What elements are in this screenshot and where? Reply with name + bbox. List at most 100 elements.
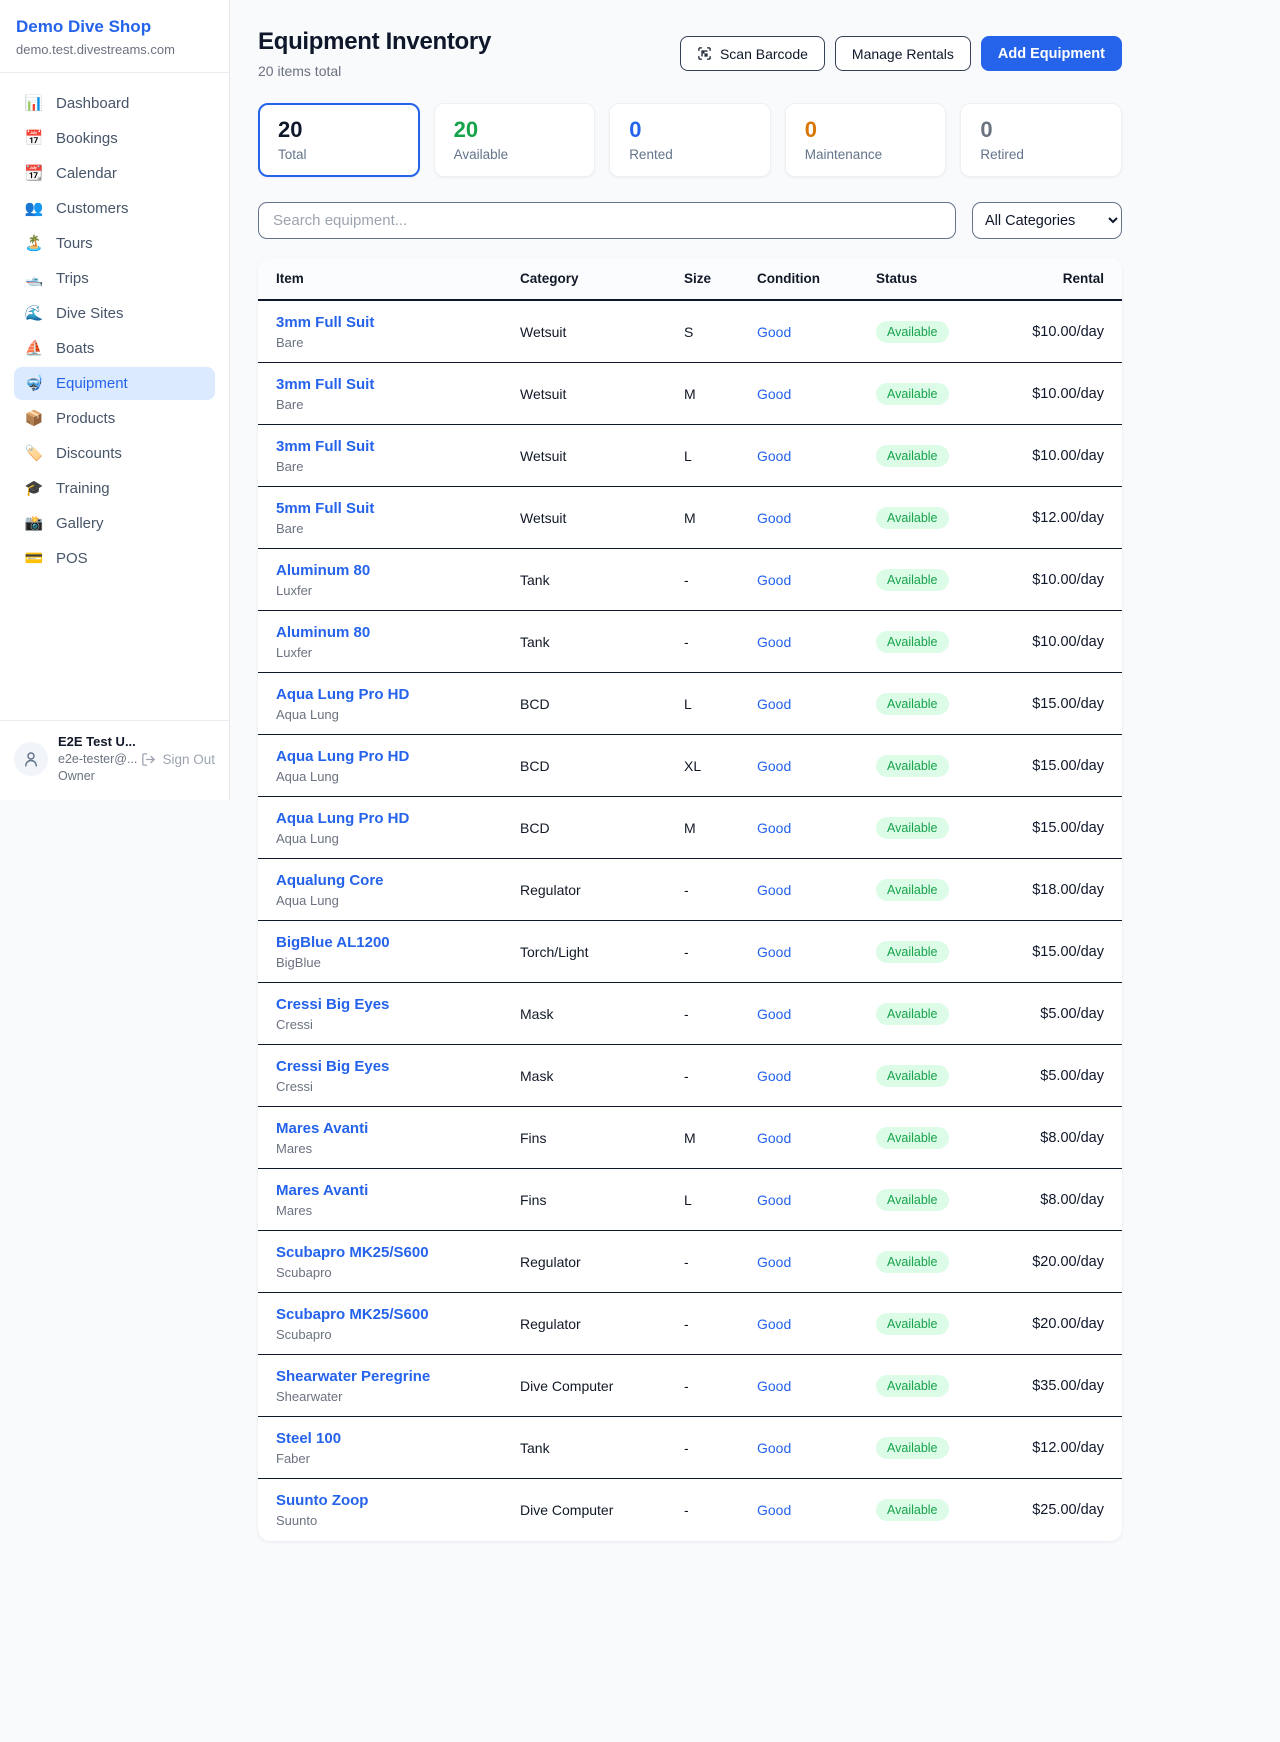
condition-link[interactable]: Good [757,324,876,340]
sidebar-item-calendar[interactable]: 📆 Calendar [14,157,215,190]
item-brand: Suunto [276,1513,520,1528]
item-name-link[interactable]: 5mm Full Suit [276,500,520,517]
log-out-icon [141,752,156,767]
condition-link[interactable]: Good [757,882,876,898]
rental-cell: $15.00/day [998,758,1104,774]
stat-card-available[interactable]: 20 Available [434,103,596,177]
item-name-link[interactable]: Mares Avanti [276,1182,520,1199]
sign-out-button[interactable]: Sign Out [141,752,215,767]
item-name-link[interactable]: Aqua Lung Pro HD [276,686,520,703]
sidebar-item-bookings[interactable]: 📅 Bookings [14,122,215,155]
stat-card-total[interactable]: 20 Total [258,103,420,177]
user-role: Owner [58,769,131,785]
sidebar-item-dashboard[interactable]: 📊 Dashboard [14,87,215,120]
status-cell: Available [876,631,998,653]
size-cell: - [684,1006,757,1022]
item-name-link[interactable]: Aluminum 80 [276,562,520,579]
table-row: Scubapro MK25/S600 Scubapro Regulator - … [258,1231,1122,1293]
item-name-link[interactable]: 3mm Full Suit [276,314,520,331]
table-row: Aluminum 80 Luxfer Tank - Good Available… [258,549,1122,611]
shop-domain: demo.test.divestreams.com [16,42,213,57]
category-cell: Wetsuit [520,448,684,464]
item-brand: Cressi [276,1079,520,1094]
bar-chart-icon: 📊 [24,96,44,111]
item-cell: Scubapro MK25/S600 Scubapro [276,1244,520,1280]
condition-link[interactable]: Good [757,1378,876,1394]
condition-link[interactable]: Good [757,386,876,402]
status-cell: Available [876,817,998,839]
scan-barcode-button[interactable]: Scan Barcode [680,36,825,71]
status-cell: Available [876,1189,998,1211]
condition-link[interactable]: Good [757,572,876,588]
item-name-link[interactable]: Scubapro MK25/S600 [276,1244,520,1261]
sidebar-item-label: Tours [56,235,93,252]
table-row: Aqua Lung Pro HD Aqua Lung BCD M Good Av… [258,797,1122,859]
category-cell: Fins [520,1192,684,1208]
table-row: Aluminum 80 Luxfer Tank - Good Available… [258,611,1122,673]
item-name-link[interactable]: Mares Avanti [276,1120,520,1137]
status-cell: Available [876,941,998,963]
item-cell: 3mm Full Suit Bare [276,314,520,350]
add-equipment-label: Add Equipment [998,46,1105,62]
sidebar-item-equipment[interactable]: 🤿 Equipment [14,367,215,400]
sidebar: Demo Dive Shop demo.test.divestreams.com… [0,0,230,800]
item-name-link[interactable]: Steel 100 [276,1430,520,1447]
rental-cell: $25.00/day [998,1502,1104,1518]
add-equipment-button[interactable]: Add Equipment [981,36,1122,71]
condition-link[interactable]: Good [757,1192,876,1208]
status-badge: Available [876,507,949,529]
item-name-link[interactable]: Cressi Big Eyes [276,996,520,1013]
sidebar-item-pos[interactable]: 💳 POS [14,542,215,575]
status-cell: Available [876,569,998,591]
item-name-link[interactable]: Scubapro MK25/S600 [276,1306,520,1323]
condition-link[interactable]: Good [757,448,876,464]
sidebar-item-customers[interactable]: 👥 Customers [14,192,215,225]
filter-row: All Categories [258,202,1122,239]
sidebar-item-products[interactable]: 📦 Products [14,402,215,435]
item-name-link[interactable]: Aqualung Core [276,872,520,889]
condition-link[interactable]: Good [757,1502,876,1518]
condition-link[interactable]: Good [757,1254,876,1270]
item-cell: Cressi Big Eyes Cressi [276,1058,520,1094]
item-cell: Aluminum 80 Luxfer [276,562,520,598]
condition-link[interactable]: Good [757,696,876,712]
item-name-link[interactable]: Cressi Big Eyes [276,1058,520,1075]
condition-link[interactable]: Good [757,1006,876,1022]
item-name-link[interactable]: Shearwater Peregrine [276,1368,520,1385]
rental-cell: $10.00/day [998,572,1104,588]
sidebar-item-dive-sites[interactable]: 🌊 Dive Sites [14,297,215,330]
item-name-link[interactable]: 3mm Full Suit [276,438,520,455]
stat-card-retired[interactable]: 0 Retired [960,103,1122,177]
stat-card-rented[interactable]: 0 Rented [609,103,771,177]
equipment-table: Item Category Size Condition Status Rent… [258,258,1122,1541]
item-name-link[interactable]: Aluminum 80 [276,624,520,641]
sidebar-item-discounts[interactable]: 🏷️ Discounts [14,437,215,470]
item-name-link[interactable]: Suunto Zoop [276,1492,520,1509]
item-name-link[interactable]: 3mm Full Suit [276,376,520,393]
category-cell: Tank [520,1440,684,1456]
condition-link[interactable]: Good [757,758,876,774]
condition-link[interactable]: Good [757,1316,876,1332]
rental-cell: $5.00/day [998,1006,1104,1022]
sidebar-item-trips[interactable]: 🛥️ Trips [14,262,215,295]
stat-card-maintenance[interactable]: 0 Maintenance [785,103,947,177]
condition-link[interactable]: Good [757,634,876,650]
sidebar-item-tours[interactable]: 🏝️ Tours [14,227,215,260]
item-name-link[interactable]: Aqua Lung Pro HD [276,810,520,827]
search-input[interactable] [258,202,956,239]
condition-link[interactable]: Good [757,510,876,526]
sidebar-item-training[interactable]: 🎓 Training [14,472,215,505]
condition-link[interactable]: Good [757,1440,876,1456]
category-select[interactable]: All Categories [972,202,1122,239]
condition-link[interactable]: Good [757,820,876,836]
item-name-link[interactable]: Aqua Lung Pro HD [276,748,520,765]
condition-link[interactable]: Good [757,944,876,960]
sidebar-item-gallery[interactable]: 📸 Gallery [14,507,215,540]
condition-link[interactable]: Good [757,1130,876,1146]
sidebar-item-boats[interactable]: ⛵ Boats [14,332,215,365]
table-header-row: Item Category Size Condition Status Rent… [258,258,1122,301]
rental-cell: $20.00/day [998,1254,1104,1270]
manage-rentals-button[interactable]: Manage Rentals [835,36,971,71]
item-name-link[interactable]: BigBlue AL1200 [276,934,520,951]
condition-link[interactable]: Good [757,1068,876,1084]
